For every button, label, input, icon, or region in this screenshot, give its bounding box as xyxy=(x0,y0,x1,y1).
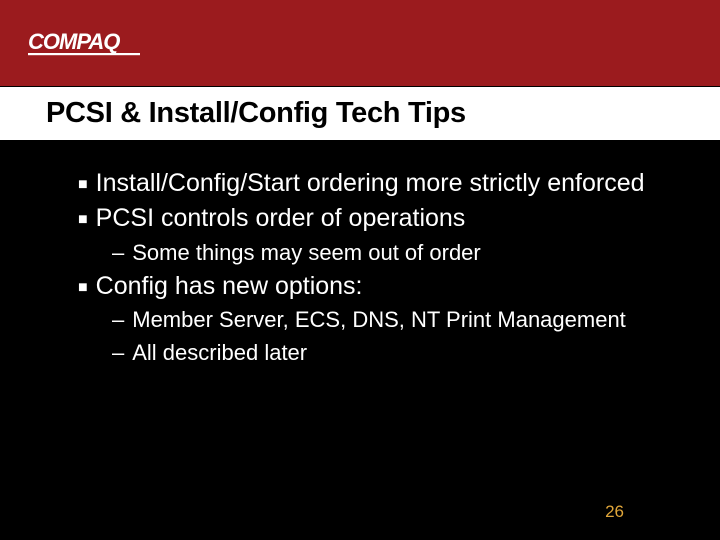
sub-bullet-text: All described later xyxy=(132,339,307,368)
bullet-item: ■ Config has new options: xyxy=(78,271,670,302)
square-bullet-icon: ■ xyxy=(78,280,88,296)
sub-bullet-text: Some things may seem out of order xyxy=(132,239,481,268)
sub-bullet-item: – Member Server, ECS, DNS, NT Print Mana… xyxy=(112,306,670,335)
dash-bullet-icon: – xyxy=(112,340,124,366)
slide-title: PCSI & Install/Config Tech Tips xyxy=(46,97,720,130)
square-bullet-icon: ■ xyxy=(78,212,88,228)
slide-header: COMPAQ xyxy=(0,0,720,86)
sub-bullet-text: Member Server, ECS, DNS, NT Print Manage… xyxy=(132,306,626,335)
slide-content: ■ Install/Config/Start ordering more str… xyxy=(0,140,720,368)
dash-bullet-icon: – xyxy=(112,307,124,333)
svg-text:COMPAQ: COMPAQ xyxy=(28,29,120,54)
square-bullet-icon: ■ xyxy=(78,177,88,193)
dash-bullet-icon: – xyxy=(112,240,124,266)
sub-bullet-item: – Some things may seem out of order xyxy=(112,239,670,268)
bullet-text: PCSI controls order of operations xyxy=(96,203,466,234)
title-band: PCSI & Install/Config Tech Tips xyxy=(0,86,720,140)
bullet-item: ■ PCSI controls order of operations xyxy=(78,203,670,234)
bullet-text: Config has new options: xyxy=(96,271,363,302)
bullet-item: ■ Install/Config/Start ordering more str… xyxy=(78,168,670,199)
bullet-text: Install/Config/Start ordering more stric… xyxy=(96,168,645,199)
page-number: 26 xyxy=(605,502,624,522)
sub-bullet-item: – All described later xyxy=(112,339,670,368)
compaq-logo: COMPAQ xyxy=(28,29,168,57)
